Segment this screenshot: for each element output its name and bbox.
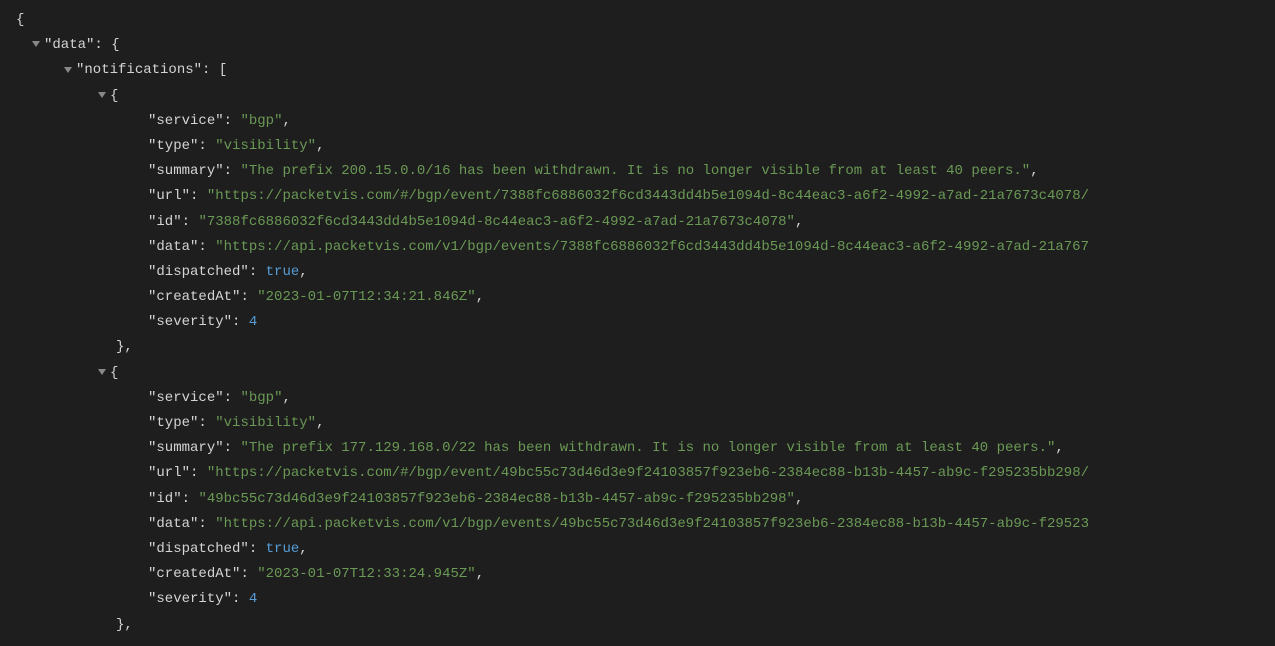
json-property: "severity": 4 <box>8 587 1267 612</box>
value-string: The prefix 177.129.168.0/22 has been wit… <box>249 440 1047 456</box>
key-label: url <box>156 465 181 481</box>
json-property: "summary": "The prefix 200.15.0.0/16 has… <box>8 159 1267 184</box>
key-label: createdAt <box>156 566 232 582</box>
value-number: 4 <box>249 314 257 330</box>
json-viewer: { "data": { "notifications": [ { "servic… <box>8 8 1267 638</box>
expand-arrow-icon[interactable] <box>64 67 72 73</box>
json-property: "data": "https://api.packetvis.com/v1/bg… <box>8 512 1267 537</box>
key-label: type <box>156 138 190 154</box>
value-string: bgp <box>249 113 274 129</box>
object-close: }, <box>8 613 1267 638</box>
value-string: 7388fc6886032f6cd3443dd4b5e1094d-8c44eac… <box>207 214 787 230</box>
value-string: 2023-01-07T12:33:24.945Z <box>266 566 468 582</box>
key-label: type <box>156 415 190 431</box>
expand-arrow-icon[interactable] <box>32 41 40 47</box>
json-property: "id": "7388fc6886032f6cd3443dd4b5e1094d-… <box>8 210 1267 235</box>
value-string: https://api.packetvis.com/v1/bgp/events/… <box>224 239 1089 255</box>
value-string: bgp <box>249 390 274 406</box>
root-open-brace: { <box>8 8 1267 33</box>
value-string: https://packetvis.com/#/bgp/event/7388fc… <box>215 188 1089 204</box>
value-string: visibility <box>224 415 308 431</box>
key-label: data <box>156 239 190 255</box>
json-property: "summary": "The prefix 177.129.168.0/22 … <box>8 436 1267 461</box>
key-label: createdAt <box>156 289 232 305</box>
json-property: "type": "visibility", <box>8 134 1267 159</box>
key-label: summary <box>156 440 215 456</box>
data-key-line[interactable]: "data": { <box>8 33 1267 58</box>
data-key: data <box>52 37 86 53</box>
object-open[interactable]: { <box>8 84 1267 109</box>
object-open[interactable]: { <box>8 361 1267 386</box>
key-label: url <box>156 188 181 204</box>
key-label: dispatched <box>156 541 240 557</box>
key-label: service <box>156 113 215 129</box>
object-close: }, <box>8 335 1267 360</box>
key-label: data <box>156 516 190 532</box>
key-label: id <box>156 491 173 507</box>
key-label: severity <box>156 591 223 607</box>
key-label: dispatched <box>156 264 240 280</box>
value-number: 4 <box>249 591 257 607</box>
json-property: "dispatched": true, <box>8 260 1267 285</box>
key-label: summary <box>156 163 215 179</box>
value-string: The prefix 200.15.0.0/16 has been withdr… <box>249 163 1022 179</box>
json-property: "type": "visibility", <box>8 411 1267 436</box>
json-property: "service": "bgp", <box>8 386 1267 411</box>
value-string: visibility <box>224 138 308 154</box>
key-label: id <box>156 214 173 230</box>
notifications-key: notifications <box>84 62 193 78</box>
value-boolean: true <box>266 264 300 280</box>
key-label: severity <box>156 314 223 330</box>
json-property: "dispatched": true, <box>8 537 1267 562</box>
notifications-key-line[interactable]: "notifications": [ <box>8 58 1267 83</box>
value-boolean: true <box>266 541 300 557</box>
value-string: https://api.packetvis.com/v1/bgp/events/… <box>224 516 1089 532</box>
json-property: "id": "49bc55c73d46d3e9f24103857f923eb6-… <box>8 487 1267 512</box>
key-label: service <box>156 390 215 406</box>
json-property: "service": "bgp", <box>8 109 1267 134</box>
json-property: "severity": 4 <box>8 310 1267 335</box>
expand-arrow-icon[interactable] <box>98 369 106 375</box>
value-string: 49bc55c73d46d3e9f24103857f923eb6-2384ec8… <box>207 491 787 507</box>
value-string: https://packetvis.com/#/bgp/event/49bc55… <box>215 465 1089 481</box>
json-property: "createdAt": "2023-01-07T12:34:21.846Z", <box>8 285 1267 310</box>
value-string: 2023-01-07T12:34:21.846Z <box>266 289 468 305</box>
json-property: "url": "https://packetvis.com/#/bgp/even… <box>8 461 1267 486</box>
json-property: "createdAt": "2023-01-07T12:33:24.945Z", <box>8 562 1267 587</box>
expand-arrow-icon[interactable] <box>98 92 106 98</box>
json-property: "url": "https://packetvis.com/#/bgp/even… <box>8 184 1267 209</box>
json-property: "data": "https://api.packetvis.com/v1/bg… <box>8 235 1267 260</box>
